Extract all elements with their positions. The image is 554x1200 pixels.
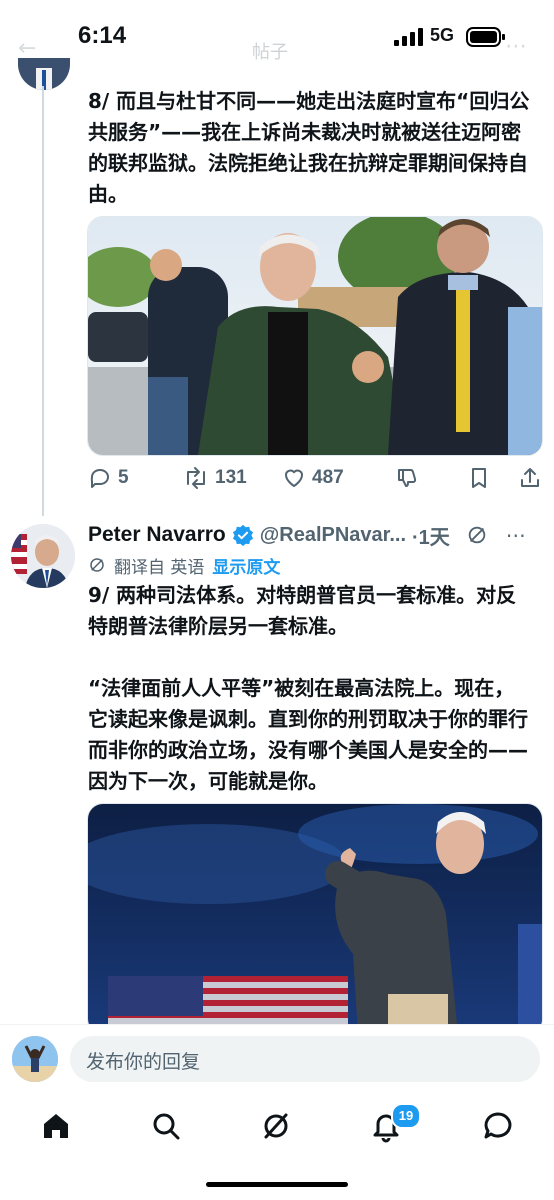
search-icon[interactable] [146,1106,186,1146]
avatar[interactable] [18,58,70,90]
show-original-link[interactable]: 显示原文 [212,553,280,578]
bookmark-icon[interactable] [467,466,491,490]
repost-count: 131 [215,467,247,488]
heart-icon [285,469,303,487]
like-action[interactable]: 487 [282,466,344,490]
verified-badge-icon [232,524,253,546]
reply-action[interactable]: 5 [88,466,129,490]
page-title: 帖子 [252,42,288,63]
status-time: 6:14 [78,22,127,49]
reply-count: 5 [118,467,129,488]
tweet-photo[interactable] [87,803,543,1035]
repost-icon [187,467,205,489]
translated-label: 翻译自 英语 [114,557,205,578]
grok-tab-icon[interactable] [256,1106,296,1146]
tweet-time: ·1天 [412,526,450,549]
like-count: 487 [312,467,344,488]
home-icon[interactable] [36,1106,76,1146]
more-icon[interactable]: ⋯ [505,34,528,59]
author-handle[interactable]: @RealPNavar... [260,524,406,547]
messages-icon[interactable] [478,1106,518,1146]
repost-action[interactable]: 131 [183,466,247,490]
tweet-text: 8/ 而且与杜甘不同——她走出法庭时宣布“回归公共服务”——我在上诉尚未裁决时就… [88,89,530,206]
share-icon[interactable] [518,466,542,490]
reply-placeholder[interactable]: 发布你的回复 [86,1047,200,1074]
author-avatar[interactable] [11,524,75,588]
battery-icon [466,27,505,47]
tweet-header: Peter Navarro @RealPNavar... ·1天 ⋯ [88,520,548,550]
author-name[interactable]: Peter Navarro [88,523,226,547]
grok-icon[interactable] [466,524,488,546]
cellular-signal-icon [394,28,423,46]
network-type: 5G [430,25,455,45]
thumbs-down-icon[interactable] [395,466,419,490]
thread-connector [42,86,44,516]
tweet-photo[interactable] [87,216,543,456]
my-avatar[interactable] [12,1036,58,1082]
home-indicator [206,1182,348,1187]
tweet-more-icon[interactable]: ⋯ [506,523,526,548]
notification-badge: 19 [391,1103,421,1129]
reply-icon [90,469,109,488]
translation-row: 翻译自 英语 显示原文 [88,552,280,578]
tweet-text: 9/ 两种司法体系。对特朗普官员一套标准。对反特朗普法律阶层另一套标准。 “法律… [88,583,528,793]
translate-icon [90,558,104,572]
